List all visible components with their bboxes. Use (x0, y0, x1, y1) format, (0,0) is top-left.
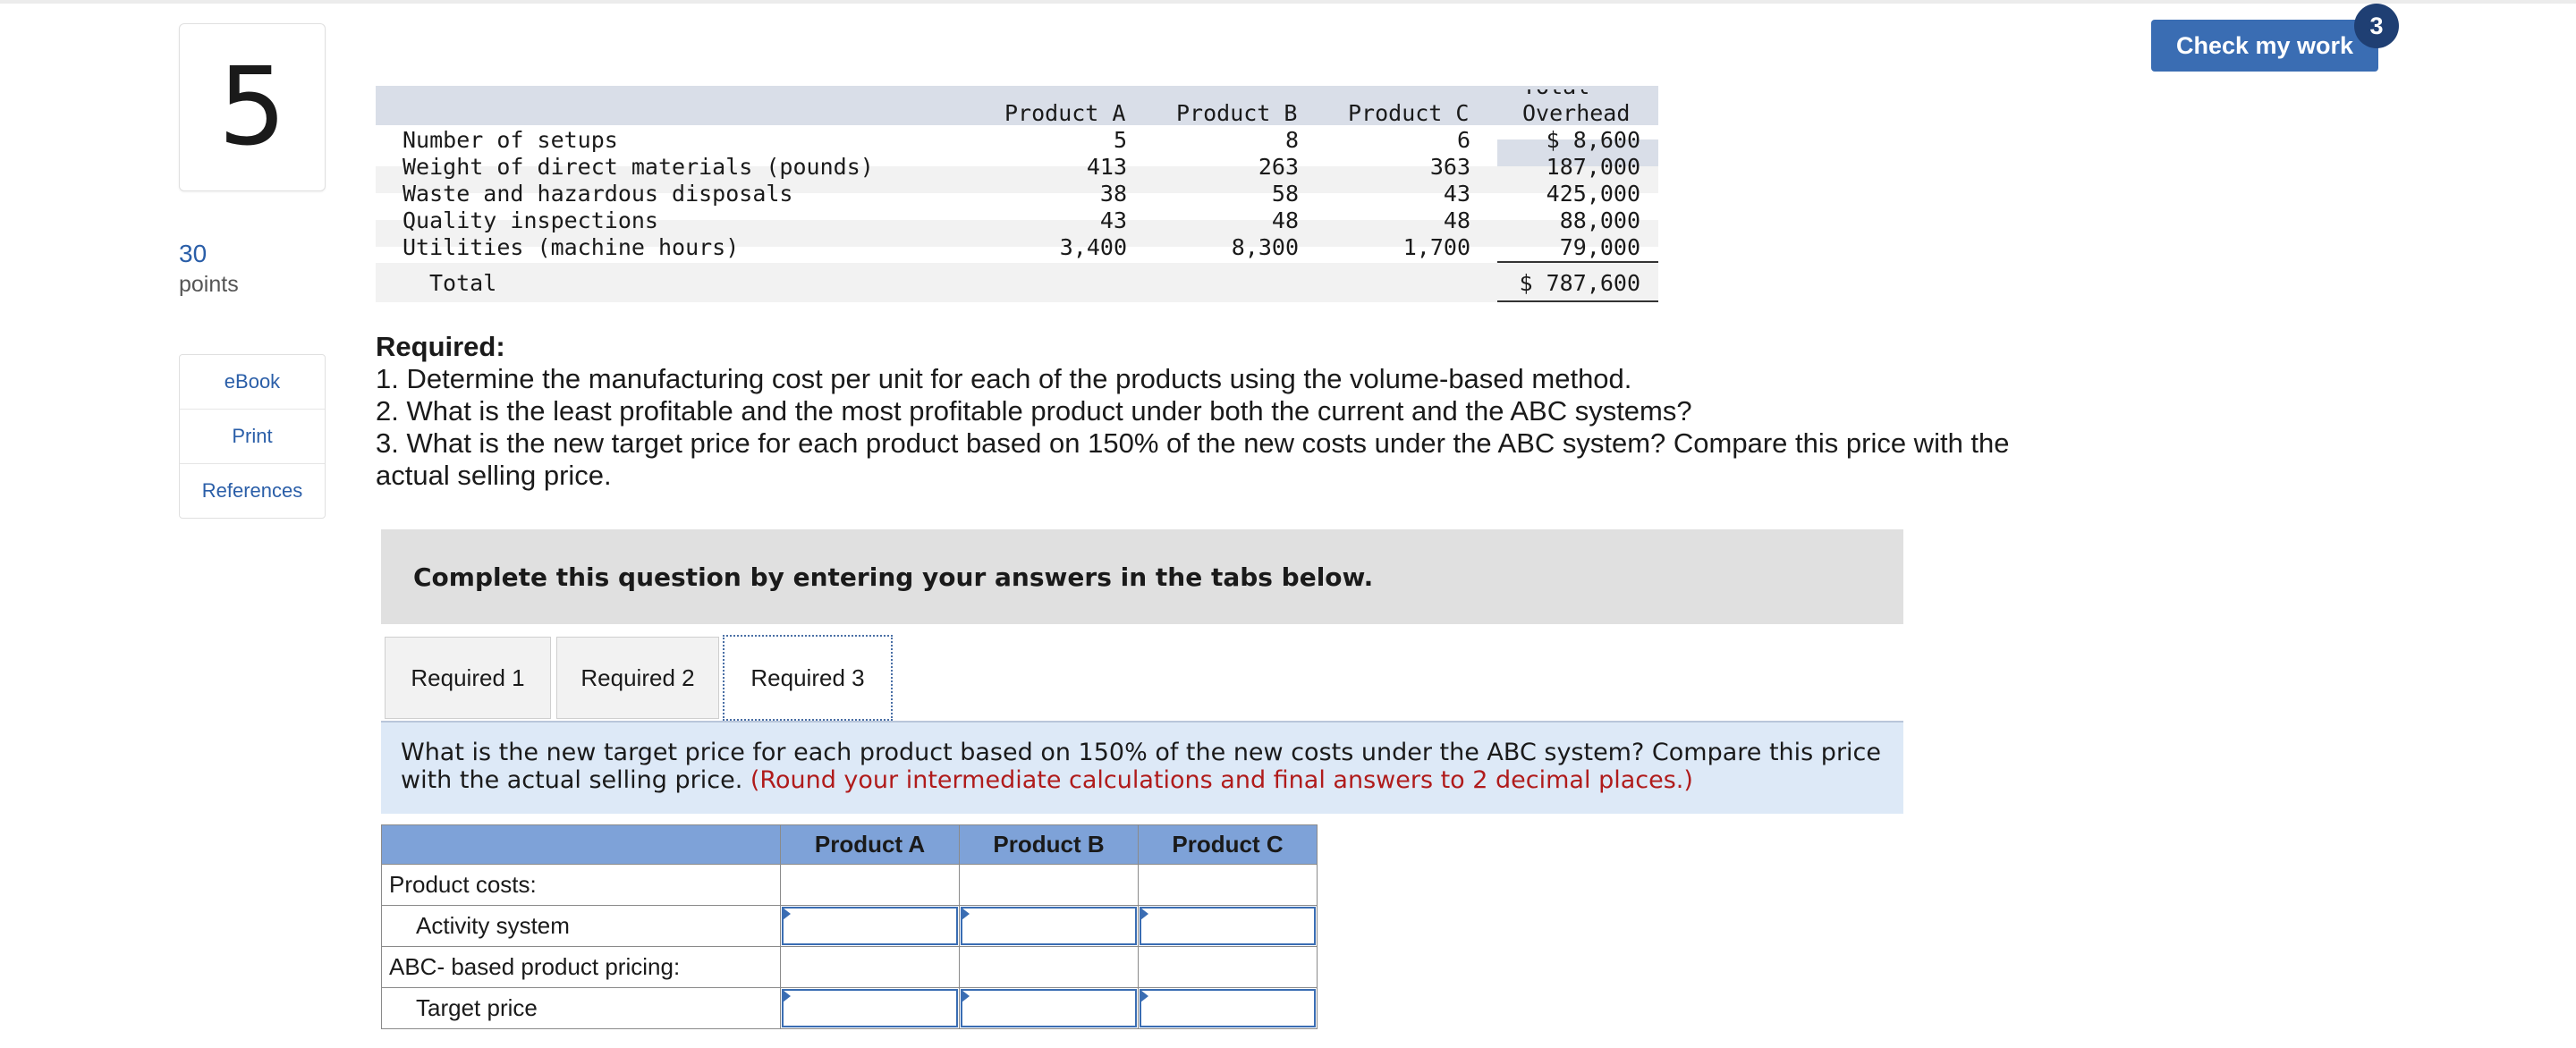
col-header-overhead: Overhead (1522, 100, 1631, 126)
question-number: 5 (179, 23, 326, 191)
overhead-data-table: Total Product A Product B Product C Over… (376, 86, 1658, 302)
grid-row: ABC- based product pricing: (381, 946, 1318, 988)
grid-row: Activity system (381, 905, 1318, 947)
cell-b: 263 (1258, 154, 1299, 180)
total-rule (1497, 261, 1658, 263)
cell-total: 88,000 (1559, 207, 1640, 233)
tab-required-3[interactable]: Required 3 (723, 635, 893, 721)
print-link[interactable]: Print (180, 410, 325, 464)
references-link[interactable]: References (180, 464, 325, 518)
tab-required-2[interactable]: Required 2 (556, 637, 719, 719)
grid-row: Target price (381, 987, 1318, 1029)
grid-blank-cell (959, 946, 1139, 988)
input-marker-icon (962, 990, 970, 1002)
input-marker-icon (1140, 908, 1148, 920)
grid-header-product-c: Product C (1138, 824, 1318, 865)
row-label: Waste and hazardous disposals (402, 181, 793, 207)
target-price-product-c-input[interactable] (1138, 987, 1318, 1029)
top-divider (0, 0, 2576, 4)
ebook-link[interactable]: eBook (180, 355, 325, 410)
input-marker-icon (962, 908, 970, 920)
cell-c: 363 (1429, 154, 1470, 180)
check-my-work-button[interactable]: Check my work (2151, 20, 2378, 72)
grid-header-product-a: Product A (780, 824, 960, 865)
instruction-box: Complete this question by entering your … (381, 529, 1903, 624)
col-header-product-a: Product A (1004, 100, 1126, 126)
instruction-text: Complete this question by entering your … (413, 562, 1374, 592)
cell-total: 79,000 (1559, 234, 1640, 260)
cell-total: 425,000 (1546, 181, 1640, 207)
grid-row: Product costs: (381, 864, 1318, 906)
grid-header-product-b: Product B (959, 824, 1139, 865)
cell-c: 48 (1443, 207, 1470, 233)
grand-total-value: $ 787,600 (1519, 270, 1640, 296)
input-box[interactable] (961, 907, 1137, 945)
row-label: Weight of direct materials (pounds) (402, 154, 874, 180)
cell-a: 43 (1099, 207, 1127, 233)
input-marker-icon (1140, 990, 1148, 1002)
row-label: Utilities (machine hours) (402, 234, 740, 260)
cell-c: 6 (1456, 127, 1470, 153)
cell-b: 58 (1271, 181, 1299, 207)
cell-b: 8,300 (1231, 234, 1299, 260)
target-price-product-b-input[interactable] (959, 987, 1139, 1029)
input-box[interactable] (1140, 989, 1316, 1027)
cell-total: $ 8,600 (1546, 127, 1640, 153)
resource-links: eBook Print References (179, 354, 326, 519)
grid-blank-cell (1138, 946, 1318, 988)
cell-b: 48 (1271, 207, 1299, 233)
required-item-1: 1. Determine the manufacturing cost per … (376, 363, 1632, 394)
grid-blank-cell (1138, 864, 1318, 906)
grid-row-label: Target price (381, 987, 781, 1029)
row-label: Quality inspections (402, 207, 658, 233)
required-title: Required: (376, 331, 505, 362)
input-box[interactable] (961, 989, 1137, 1027)
grid-blank-cell (959, 864, 1139, 906)
activity-system-product-a-input[interactable] (780, 905, 960, 947)
cell-a: 38 (1099, 181, 1127, 207)
required-item-2: 2. What is the least profitable and the … (376, 395, 1692, 427)
cell-a: 3,400 (1059, 234, 1127, 260)
grid-blank-cell (780, 946, 960, 988)
row-label: Number of setups (402, 127, 618, 153)
input-marker-icon (783, 908, 791, 920)
input-box[interactable] (782, 989, 958, 1027)
points-value: 30 (179, 240, 208, 267)
input-box[interactable] (782, 907, 958, 945)
grid-row-label: Activity system (381, 905, 781, 947)
tab-required-1[interactable]: Required 1 (385, 637, 551, 719)
attempts-badge: 3 (2354, 4, 2399, 48)
cell-a: 5 (1113, 127, 1127, 153)
points-label: points (179, 272, 239, 297)
grid-header-row: Product A Product B Product C (381, 824, 1318, 865)
cell-c: 43 (1443, 181, 1470, 207)
cell-b: 8 (1284, 127, 1299, 153)
col-header-product-b: Product B (1176, 100, 1298, 126)
cell-a: 413 (1086, 154, 1127, 180)
total-row-band (376, 263, 1658, 302)
required-instructions: Required: 1. Determine the manufacturing… (376, 331, 2075, 492)
target-price-product-a-input[interactable] (780, 987, 960, 1029)
total-label: Total (429, 270, 497, 296)
answer-grid: Product A Product B Product C Product co… (381, 824, 1318, 1029)
activity-system-product-c-input[interactable] (1138, 905, 1318, 947)
rounding-note: (Round your intermediate calculations an… (750, 766, 1693, 794)
grid-row-label: ABC- based product pricing: (381, 946, 781, 988)
required-item-3: 3. What is the new target price for each… (376, 427, 2010, 491)
cell-total: 187,000 (1546, 154, 1640, 180)
cell-c: 1,700 (1402, 234, 1470, 260)
col-header-product-c: Product C (1348, 100, 1470, 126)
total-underline (1497, 300, 1658, 302)
question-prompt: What is the new target price for each pr… (381, 723, 1903, 814)
input-marker-icon (783, 990, 791, 1002)
input-box[interactable] (1140, 907, 1316, 945)
grid-header-blank (381, 824, 781, 865)
activity-system-product-b-input[interactable] (959, 905, 1139, 947)
grid-blank-cell (780, 864, 960, 906)
grid-row-label: Product costs: (381, 864, 781, 906)
